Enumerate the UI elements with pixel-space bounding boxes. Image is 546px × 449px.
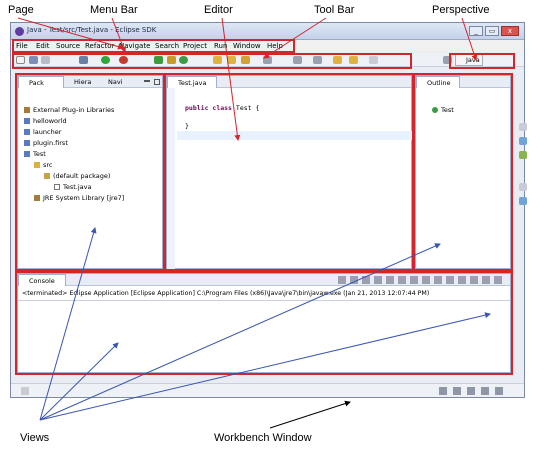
status-bar	[11, 383, 524, 397]
callout-tool-bar: Tool Bar	[314, 4, 355, 16]
highlight-editor	[164, 73, 414, 271]
callout-workbench-window: Workbench Window	[214, 432, 312, 444]
highlight-tool-bar	[12, 53, 412, 69]
trim-stack-icon[interactable]	[519, 123, 527, 131]
highlight-menu-bar	[12, 39, 295, 53]
window-title: Java - Test/src/Test.java - Eclipse SDK	[27, 26, 157, 34]
highlight-perspective	[449, 53, 515, 69]
trim-stack-icon[interactable]	[519, 197, 527, 205]
title-bar: Java - Test/src/Test.java - Eclipse SDK …	[11, 23, 524, 40]
highlight-console	[15, 271, 513, 375]
callout-views: Views	[20, 432, 50, 444]
close-button[interactable]: x	[501, 26, 519, 36]
trim-stack-icon[interactable]	[519, 183, 527, 191]
callout-editor: Editor	[204, 4, 233, 16]
fast-view-icon[interactable]	[21, 387, 29, 395]
minimize-button[interactable]: _	[469, 26, 483, 36]
status-trim-icons	[439, 387, 509, 395]
arrow-workbench-window	[269, 400, 351, 429]
highlight-package-explorer	[15, 73, 165, 271]
trim-stack-icon[interactable]	[519, 137, 527, 145]
highlight-outline	[413, 73, 513, 271]
maximize-button[interactable]: ▭	[485, 26, 499, 36]
eclipse-app-icon	[15, 27, 24, 36]
callout-page: Page	[8, 4, 34, 16]
callout-menu-bar: Menu Bar	[90, 4, 138, 16]
callout-perspective: Perspective	[432, 4, 490, 16]
eclipse-window: Java - Test/src/Test.java - Eclipse SDK …	[10, 22, 527, 398]
trim-stack-icon[interactable]	[519, 151, 527, 159]
